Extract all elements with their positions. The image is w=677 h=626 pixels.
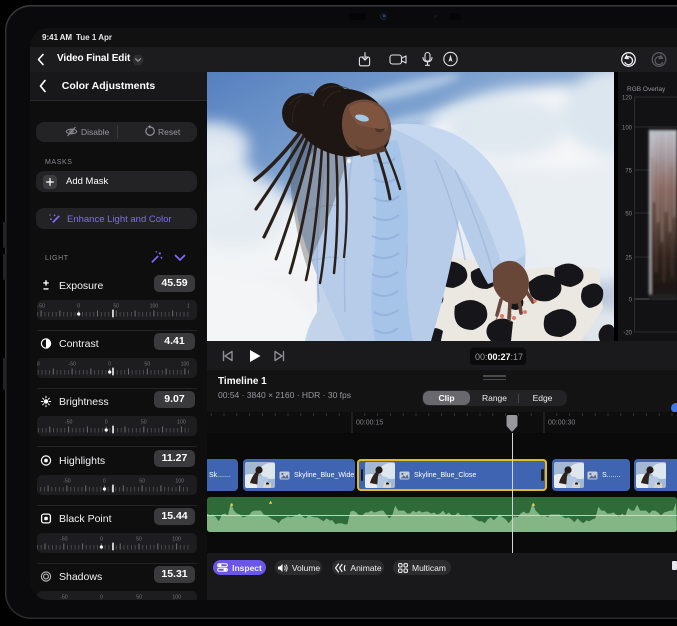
svg-text:0: 0 <box>103 478 106 484</box>
svg-text:150: 150 <box>187 304 189 310</box>
svg-text:50: 50 <box>113 304 119 310</box>
svg-text:-50: -50 <box>68 362 76 368</box>
svg-text:50: 50 <box>139 478 145 484</box>
svg-text:00:00:27:17: 00:00:27:17 <box>475 352 523 362</box>
svg-text:50: 50 <box>141 420 147 426</box>
svg-text:0: 0 <box>100 536 103 542</box>
svg-text:100: 100 <box>150 304 159 310</box>
svg-text:50: 50 <box>136 595 142 601</box>
svg-text:50: 50 <box>136 536 142 542</box>
svg-text:RGB Overlay: RGB Overlay <box>627 86 666 93</box>
svg-text:100: 100 <box>172 536 181 542</box>
svg-text:-100: -100 <box>37 362 40 368</box>
svg-text:-50: -50 <box>63 478 71 484</box>
svg-text:100: 100 <box>175 478 184 484</box>
svg-text:0: 0 <box>100 595 103 601</box>
svg-text:-50: -50 <box>60 595 68 601</box>
svg-text:-50: -50 <box>65 420 73 426</box>
svg-text:-50: -50 <box>37 304 45 310</box>
svg-text:-20: -20 <box>623 331 632 337</box>
svg-text:120: 120 <box>622 96 633 102</box>
svg-text:00:00:15: 00:00:15 <box>356 420 383 427</box>
svg-text:100: 100 <box>181 362 189 368</box>
svg-text:0: 0 <box>108 362 111 368</box>
svg-text:0: 0 <box>105 420 108 426</box>
svg-text:100: 100 <box>172 595 181 601</box>
svg-text:25: 25 <box>625 256 632 262</box>
svg-text:-50: -50 <box>60 536 68 542</box>
svg-text:100: 100 <box>622 126 633 132</box>
svg-text:75: 75 <box>625 169 632 175</box>
svg-text:100: 100 <box>177 420 186 426</box>
svg-text:0: 0 <box>629 298 633 304</box>
svg-text:50: 50 <box>144 362 150 368</box>
svg-text:00:00:30: 00:00:30 <box>548 420 575 427</box>
svg-text:50: 50 <box>625 212 632 218</box>
svg-text:0: 0 <box>77 304 80 310</box>
